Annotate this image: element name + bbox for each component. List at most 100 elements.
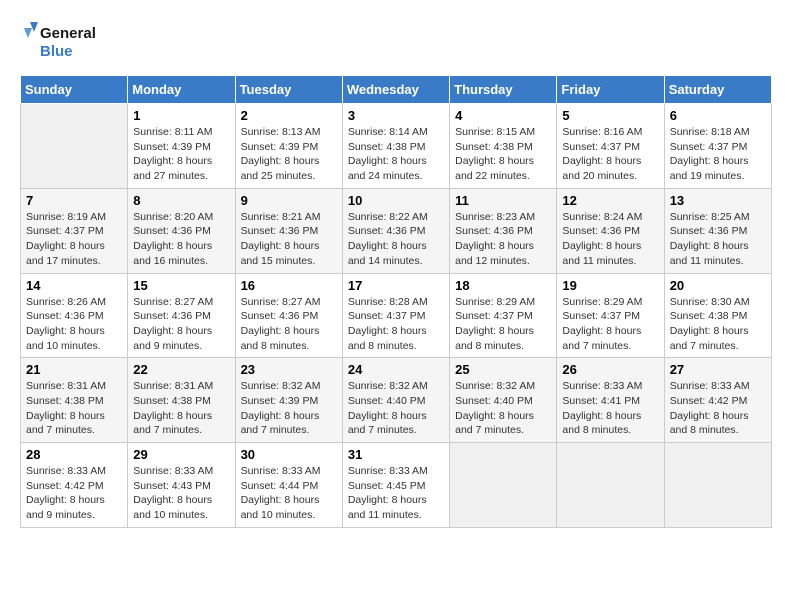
- calendar-cell: 30 Sunrise: 8:33 AMSunset: 4:44 PMDayligh…: [235, 443, 342, 528]
- calendar-week-row: 14 Sunrise: 8:26 AMSunset: 4:36 PMDayligh…: [21, 273, 772, 358]
- calendar-cell: 4Sunrise: 8:15 AMSunset: 4:38 PMDaylight…: [450, 104, 557, 189]
- day-number: 8: [133, 193, 229, 208]
- calendar-cell: 9Sunrise: 8:21 AMSunset: 4:36 PMDaylight…: [235, 188, 342, 273]
- day-info: Sunrise: 8:33 AMSunset: 4:45 PMDaylight:…: [348, 464, 444, 523]
- day-number: 22: [133, 362, 229, 377]
- calendar-week-row: 21 Sunrise: 8:31 AMSunset: 4:38 PMDayligh…: [21, 358, 772, 443]
- day-info: Sunrise: 8:31 AMSunset: 4:38 PMDaylight:…: [133, 379, 229, 438]
- day-info: Sunrise: 8:32 AMSunset: 4:39 PMDaylight:…: [241, 379, 337, 438]
- day-number: 20: [670, 278, 766, 293]
- weekday-header: Tuesday: [235, 76, 342, 104]
- calendar-cell: 18 Sunrise: 8:29 AMSunset: 4:37 PMDayligh…: [450, 273, 557, 358]
- day-number: 10: [348, 193, 444, 208]
- calendar-cell: 14 Sunrise: 8:26 AMSunset: 4:36 PMDayligh…: [21, 273, 128, 358]
- day-info: Sunrise: 8:26 AMSunset: 4:36 PMDaylight:…: [26, 295, 122, 354]
- day-info: Sunrise: 8:20 AMSunset: 4:36 PMDaylight:…: [133, 210, 229, 269]
- day-number: 21: [26, 362, 122, 377]
- day-info: Sunrise: 8:24 AMSunset: 4:36 PMDaylight:…: [562, 210, 658, 269]
- day-info: Sunrise: 8:29 AMSunset: 4:37 PMDaylight:…: [455, 295, 551, 354]
- calendar-cell: 31 Sunrise: 8:33 AMSunset: 4:45 PMDayligh…: [342, 443, 449, 528]
- calendar-cell: 8 Sunrise: 8:20 AMSunset: 4:36 PMDaylight…: [128, 188, 235, 273]
- calendar-cell: 22 Sunrise: 8:31 AMSunset: 4:38 PMDayligh…: [128, 358, 235, 443]
- day-number: 11: [455, 193, 551, 208]
- day-number: 15: [133, 278, 229, 293]
- calendar-cell: 23 Sunrise: 8:32 AMSunset: 4:39 PMDayligh…: [235, 358, 342, 443]
- day-number: 27: [670, 362, 766, 377]
- calendar-week-row: 28 Sunrise: 8:33 AMSunset: 4:42 PMDayligh…: [21, 443, 772, 528]
- day-number: 5: [562, 108, 658, 123]
- day-info: Sunrise: 8:31 AMSunset: 4:38 PMDaylight:…: [26, 379, 122, 438]
- day-number: 19: [562, 278, 658, 293]
- day-info: Sunrise: 8:11 AMSunset: 4:39 PMDaylight:…: [133, 125, 229, 184]
- calendar-cell: 26Sunrise: 8:33 AMSunset: 4:41 PMDayligh…: [557, 358, 664, 443]
- day-info: Sunrise: 8:33 AMSunset: 4:42 PMDaylight:…: [26, 464, 122, 523]
- weekday-header-row: SundayMondayTuesdayWednesdayThursdayFrid…: [21, 76, 772, 104]
- day-info: Sunrise: 8:27 AMSunset: 4:36 PMDaylight:…: [133, 295, 229, 354]
- calendar-cell: 24 Sunrise: 8:32 AMSunset: 4:40 PMDayligh…: [342, 358, 449, 443]
- calendar-week-row: 1 Sunrise: 8:11 AMSunset: 4:39 PMDaylight…: [21, 104, 772, 189]
- day-info: Sunrise: 8:13 AMSunset: 4:39 PMDaylight:…: [241, 125, 337, 184]
- logo: General Blue: [20, 20, 110, 65]
- day-info: Sunrise: 8:21 AMSunset: 4:36 PMDaylight:…: [241, 210, 337, 269]
- day-number: 24: [348, 362, 444, 377]
- svg-text:General: General: [40, 25, 96, 42]
- day-number: 16: [241, 278, 337, 293]
- calendar-cell: 7Sunrise: 8:19 AMSunset: 4:37 PMDaylight…: [21, 188, 128, 273]
- day-info: Sunrise: 8:30 AMSunset: 4:38 PMDaylight:…: [670, 295, 766, 354]
- day-number: 1: [133, 108, 229, 123]
- day-number: 17: [348, 278, 444, 293]
- day-info: Sunrise: 8:33 AMSunset: 4:41 PMDaylight:…: [562, 379, 658, 438]
- svg-text:Blue: Blue: [40, 43, 73, 60]
- calendar-cell: 20 Sunrise: 8:30 AMSunset: 4:38 PMDayligh…: [664, 273, 771, 358]
- calendar: SundayMondayTuesdayWednesdayThursdayFrid…: [20, 75, 772, 528]
- day-number: 6: [670, 108, 766, 123]
- weekday-header: Friday: [557, 76, 664, 104]
- calendar-cell: 16 Sunrise: 8:27 AMSunset: 4:36 PMDayligh…: [235, 273, 342, 358]
- calendar-cell: 2Sunrise: 8:13 AMSunset: 4:39 PMDaylight…: [235, 104, 342, 189]
- day-info: Sunrise: 8:32 AMSunset: 4:40 PMDaylight:…: [348, 379, 444, 438]
- day-info: Sunrise: 8:27 AMSunset: 4:36 PMDaylight:…: [241, 295, 337, 354]
- calendar-cell: 29 Sunrise: 8:33 AMSunset: 4:43 PMDayligh…: [128, 443, 235, 528]
- day-number: 18: [455, 278, 551, 293]
- calendar-cell: [21, 104, 128, 189]
- day-number: 14: [26, 278, 122, 293]
- calendar-cell: 28 Sunrise: 8:33 AMSunset: 4:42 PMDayligh…: [21, 443, 128, 528]
- calendar-cell: 15 Sunrise: 8:27 AMSunset: 4:36 PMDayligh…: [128, 273, 235, 358]
- day-number: 30: [241, 447, 337, 462]
- day-info: Sunrise: 8:28 AMSunset: 4:37 PMDaylight:…: [348, 295, 444, 354]
- day-info: Sunrise: 8:33 AMSunset: 4:43 PMDaylight:…: [133, 464, 229, 523]
- day-info: Sunrise: 8:23 AMSunset: 4:36 PMDaylight:…: [455, 210, 551, 269]
- day-info: Sunrise: 8:33 AMSunset: 4:44 PMDaylight:…: [241, 464, 337, 523]
- day-number: 23: [241, 362, 337, 377]
- weekday-header: Wednesday: [342, 76, 449, 104]
- day-info: Sunrise: 8:22 AMSunset: 4:36 PMDaylight:…: [348, 210, 444, 269]
- day-number: 3: [348, 108, 444, 123]
- calendar-cell: 12Sunrise: 8:24 AMSunset: 4:36 PMDayligh…: [557, 188, 664, 273]
- day-info: Sunrise: 8:18 AMSunset: 4:37 PMDaylight:…: [670, 125, 766, 184]
- weekday-header: Monday: [128, 76, 235, 104]
- logo-svg: General Blue: [20, 20, 110, 65]
- day-info: Sunrise: 8:15 AMSunset: 4:38 PMDaylight:…: [455, 125, 551, 184]
- day-info: Sunrise: 8:29 AMSunset: 4:37 PMDaylight:…: [562, 295, 658, 354]
- calendar-cell: [450, 443, 557, 528]
- calendar-cell: 19 Sunrise: 8:29 AMSunset: 4:37 PMDayligh…: [557, 273, 664, 358]
- calendar-cell: [557, 443, 664, 528]
- header: General Blue: [20, 20, 772, 65]
- day-number: 31: [348, 447, 444, 462]
- day-number: 29: [133, 447, 229, 462]
- calendar-cell: [664, 443, 771, 528]
- day-number: 28: [26, 447, 122, 462]
- weekday-header: Sunday: [21, 76, 128, 104]
- day-info: Sunrise: 8:33 AMSunset: 4:42 PMDaylight:…: [670, 379, 766, 438]
- day-info: Sunrise: 8:25 AMSunset: 4:36 PMDaylight:…: [670, 210, 766, 269]
- day-info: Sunrise: 8:32 AMSunset: 4:40 PMDaylight:…: [455, 379, 551, 438]
- calendar-cell: 5Sunrise: 8:16 AMSunset: 4:37 PMDaylight…: [557, 104, 664, 189]
- weekday-header: Saturday: [664, 76, 771, 104]
- calendar-cell: 10 Sunrise: 8:22 AMSunset: 4:36 PMDayligh…: [342, 188, 449, 273]
- calendar-cell: 13Sunrise: 8:25 AMSunset: 4:36 PMDayligh…: [664, 188, 771, 273]
- calendar-cell: 1 Sunrise: 8:11 AMSunset: 4:39 PMDaylight…: [128, 104, 235, 189]
- day-number: 25: [455, 362, 551, 377]
- calendar-cell: 3Sunrise: 8:14 AMSunset: 4:38 PMDaylight…: [342, 104, 449, 189]
- calendar-cell: 11 Sunrise: 8:23 AMSunset: 4:36 PMDayligh…: [450, 188, 557, 273]
- calendar-cell: 17 Sunrise: 8:28 AMSunset: 4:37 PMDayligh…: [342, 273, 449, 358]
